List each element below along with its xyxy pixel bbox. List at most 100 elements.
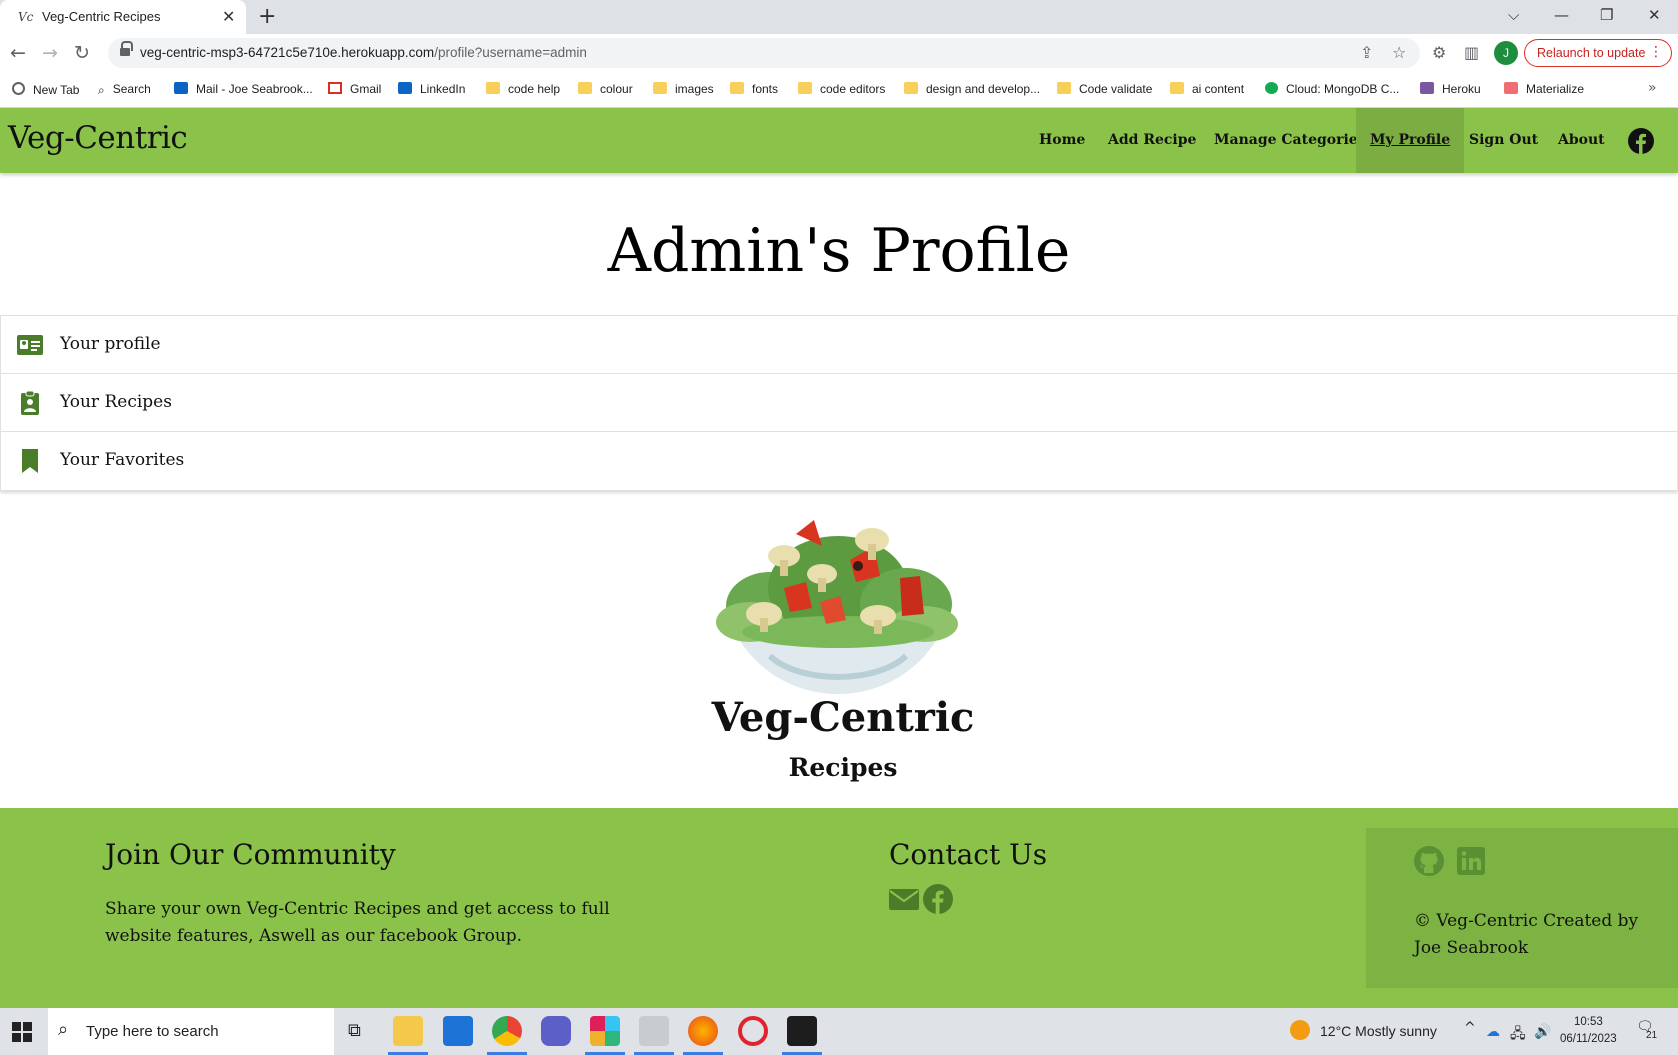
bookmark-folder-fonts[interactable]: fonts [730,82,778,96]
close-tab-icon[interactable]: ✕ [222,7,235,26]
share-icon[interactable]: ⇪ [1360,43,1373,62]
volume-icon[interactable]: 🔊 [1534,1023,1551,1040]
folder-icon [578,82,592,94]
clock-date: 06/11/2023 [1560,1033,1617,1045]
browser-tab-strip: Vc Veg-Centric Recipes ✕ + ⌵ — ❐ ✕ [0,0,1678,34]
url-text[interactable]: veg-centric-msp3-64721c5e710e.herokuapp.… [140,45,587,60]
bookmark-folder-design[interactable]: design and develop... [904,82,1040,96]
tab-title: Veg-Centric Recipes [42,9,161,24]
chrome-icon[interactable] [492,1016,522,1046]
facebook-icon[interactable] [923,884,953,914]
bookmark-folder-code-validate[interactable]: Code validate [1057,82,1152,96]
mail-app-icon[interactable] [443,1016,473,1046]
list-item-your-profile[interactable]: Your profile [1,316,1677,374]
linkedin-icon[interactable] [1456,846,1486,876]
bookmark-mongodb[interactable]: Cloud: MongoDB C... [1265,82,1399,96]
browser-tab[interactable]: Vc Veg-Centric Recipes ✕ [0,0,246,34]
windows-start-icon[interactable] [12,1022,32,1042]
copilot-app-icon[interactable] [541,1016,571,1046]
envelope-icon[interactable] [889,884,919,914]
taskbar-search-placeholder: Type here to search [86,1023,219,1040]
more-bookmarks-icon[interactable]: » [1648,80,1657,96]
firefox-icon[interactable] [688,1016,718,1046]
bookmark-linkedin[interactable]: LinkedIn [398,82,465,96]
slack-icon[interactable] [590,1016,620,1046]
mongodb-icon [1265,82,1278,94]
lock-icon[interactable] [120,41,133,58]
weather-text[interactable]: 12°C Mostly sunny [1320,1023,1437,1039]
logo-subtitle: Recipes [788,753,898,782]
folder-icon [1057,82,1071,94]
network-icon[interactable]: 🖧 [1510,1023,1526,1047]
taskbar-search-box[interactable]: ⌕ Type here to search [48,1008,334,1055]
globe-icon [12,82,25,95]
brand-logo[interactable]: Veg-Centric [8,120,188,156]
bookmark-folder-ai-content[interactable]: ai content [1170,82,1244,96]
bookmark-heroku[interactable]: Heroku [1420,82,1481,96]
list-item-your-favorites[interactable]: Your Favorites [1,432,1677,490]
bookmark-folder-code-editors[interactable]: code editors [798,82,885,96]
profile-avatar[interactable]: J [1494,41,1518,65]
site-navbar: Veg-Centric Home Add Recipe Manage Categ… [0,108,1678,173]
folder-icon [653,82,667,94]
relaunch-label: Relaunch to update [1537,46,1646,60]
menu-dots-icon[interactable]: ⋮ [1649,44,1663,60]
minimize-button[interactable]: — [1554,6,1569,24]
forward-button[interactable]: → [42,42,58,64]
opera-icon[interactable] [738,1016,768,1046]
onedrive-icon[interactable]: ☁ [1486,1023,1500,1040]
list-item-label: Your Favorites [60,450,185,470]
github-icon[interactable] [1414,846,1444,876]
footer-copyright: © Veg-Centric Created by Joe Seabrook [1414,911,1639,958]
site-favicon-icon: Vc [18,10,34,24]
folder-icon [904,82,918,94]
bookmark-new-tab[interactable]: New Tab [12,82,79,97]
nav-add-recipe[interactable]: Add Recipe [1094,108,1210,173]
folder-icon [486,82,500,94]
materialize-icon [1504,82,1518,94]
outlook-icon [174,82,188,94]
salad-bowl-logo-icon [716,520,958,694]
nav-sign-out[interactable]: Sign Out [1455,108,1552,173]
task-view-icon[interactable]: ⧉ [348,1020,361,1041]
list-item-your-recipes[interactable]: Your Recipes [1,374,1677,432]
side-panel-icon[interactable]: ▥ [1464,43,1479,62]
relaunch-button[interactable]: Relaunch to update ⋮ [1524,39,1672,67]
page-title: Admin's Profile [607,216,1071,286]
address-bar[interactable]: veg-centric-msp3-64721c5e710e.herokuapp.… [108,38,1420,68]
nav-manage-categories[interactable]: Manage Categories [1200,108,1380,173]
bookmark-search[interactable]: ⌕ Search [98,82,151,97]
bookmark-mail[interactable]: Mail - Joe Seabrook... [174,82,313,96]
file-explorer-icon[interactable] [393,1016,423,1046]
footer-join-text: Share your own Veg-Centric Recipes and g… [105,899,610,946]
new-tab-button[interactable]: + [258,4,276,29]
close-window-button[interactable]: ✕ [1648,6,1661,24]
bookmark-folder-code-help[interactable]: code help [486,82,560,96]
bookmark-gmail[interactable]: Gmail [328,82,381,96]
tab-search-chevron-icon[interactable]: ⌵ [1508,6,1519,24]
facebook-icon[interactable] [1628,128,1654,154]
bookmarks-bar: New Tab ⌕ Search Mail - Joe Seabrook... G… [0,72,1678,108]
footer-credits-panel: © Veg-Centric Created by Joe Seabrook [1366,828,1678,988]
nav-home[interactable]: Home [1025,108,1099,173]
site-footer: Join Our Community Share your own Veg-Ce… [0,808,1678,1008]
weather-sun-icon[interactable] [1290,1020,1310,1040]
show-hidden-icons-chevron-icon[interactable]: ^ [1464,1020,1476,1036]
search-icon: ⌕ [58,1019,69,1040]
bookmark-folder-images[interactable]: images [653,82,714,96]
nav-about[interactable]: About [1544,108,1619,173]
bookmark-materialize[interactable]: Materialize [1504,82,1584,96]
back-button[interactable]: ← [10,42,26,64]
sticky-notes-icon[interactable] [787,1016,817,1046]
system-clock[interactable]: 10:53 06/11/2023 [1560,1014,1617,1048]
bookmark-star-icon[interactable]: ☆ [1392,43,1406,62]
extensions-icon[interactable]: ⚙ [1432,43,1446,62]
restore-button[interactable]: ❐ [1600,6,1613,24]
nav-my-profile[interactable]: My Profile [1356,108,1465,173]
reload-button[interactable]: ↻ [74,42,90,64]
bookmark-folder-colour[interactable]: colour [578,82,633,96]
notification-count-badge: 21 [1646,1030,1658,1041]
gimp-icon[interactable] [639,1016,669,1046]
search-icon: ⌕ [98,83,105,97]
browser-toolbar: ← → ↻ veg-centric-msp3-64721c5e710e.hero… [0,34,1678,72]
